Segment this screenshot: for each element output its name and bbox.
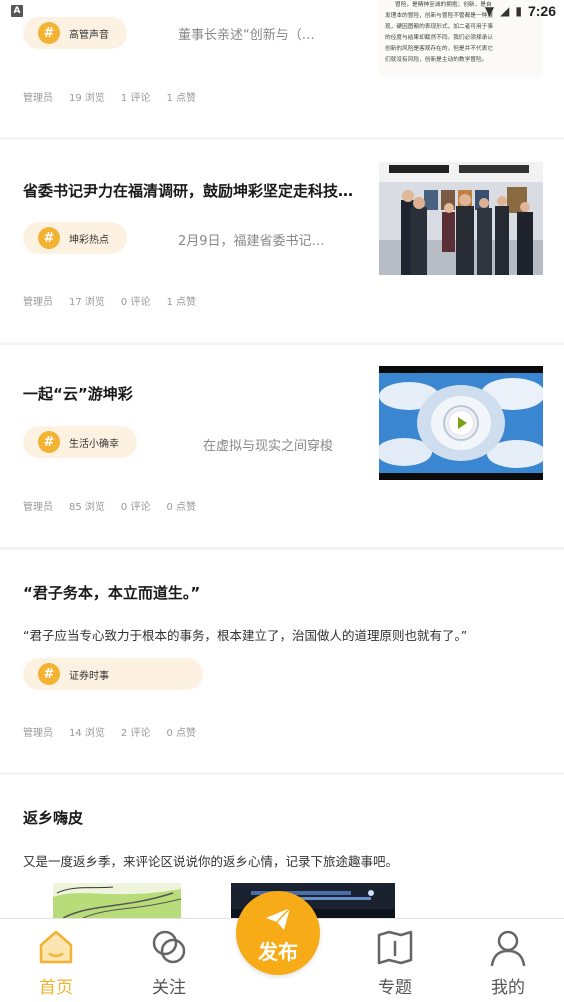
post-summary: 在虚拟与现实之间穿梭 <box>203 439 334 454</box>
thumb-text-line: 创新的风险是客观存在的，但是并不代表它 <box>385 46 494 52</box>
author: 管理员 <box>23 502 53 513</box>
post-card[interactable]: 省委书记尹力在福清调研，鼓励坤彩坚定走科技… # 坤彩热点 2月9日，福建省委书… <box>0 140 564 342</box>
author: 管理员 <box>23 297 53 308</box>
topic-book-icon <box>377 930 413 965</box>
post-card[interactable]: “君子务本，本立而道生。” “君子应当专心致力于根本的事务，根本建立了，治国做人… <box>0 550 564 772</box>
post-meta: 管理员 17 浏览 0 评论 1 点赞 <box>23 293 196 308</box>
topic-tag[interactable]: # 证券时事 <box>23 658 203 690</box>
post-card[interactable]: 一起“云”游坤彩 # 生活小确幸 在虚拟与现实之间穿梭 管理员 85 浏览 0 … <box>0 345 564 547</box>
comment-count: 2 评论 <box>120 728 151 739</box>
author: 管理员 <box>23 93 53 104</box>
officials-visit-photo <box>379 162 543 275</box>
tag-label: 生活小确幸 <box>69 438 119 450</box>
nav-follow[interactable]: 关注 <box>129 927 209 998</box>
hashtag-icon: # <box>38 431 60 453</box>
comment-count: 1 评论 <box>120 93 151 104</box>
topic-tag[interactable]: # 生活小确幸 <box>23 426 137 458</box>
thumb-text-line: 们就没有风险，创新是主动的教学冒险。 <box>385 57 488 63</box>
nav-label: 首页 <box>39 978 73 998</box>
post-meta: 管理员 14 浏览 2 评论 0 点赞 <box>23 724 196 739</box>
post-title[interactable]: 返乡嗨皮 <box>23 807 523 828</box>
view-count: 85 浏览 <box>69 502 105 513</box>
status-right: ▼ ◢ ▮ 7:26 <box>485 3 556 19</box>
view-count: 14 浏览 <box>69 728 105 739</box>
tag-label: 坤彩热点 <box>69 234 109 246</box>
status-bar: A ▼ ◢ ▮ 7:26 <box>0 0 564 24</box>
tag-label: 证券时事 <box>69 670 109 682</box>
wifi-icon: ▼ <box>484 4 495 18</box>
battery-icon: ▮ <box>515 4 522 18</box>
topic-tag[interactable]: # 坤彩热点 <box>23 222 127 254</box>
tag-label: 高管声音 <box>69 29 109 41</box>
post-meta: 管理员 19 浏览 1 评论 1 点赞 <box>23 89 196 104</box>
nav-topics[interactable]: 专题 <box>355 927 435 998</box>
clock: 7:26 <box>527 3 556 19</box>
view-count: 19 浏览 <box>69 93 105 104</box>
nav-label: 关注 <box>152 978 186 998</box>
paper-plane-icon <box>266 907 291 930</box>
home-icon <box>39 930 73 964</box>
road-illustration <box>53 883 181 918</box>
hashtag-icon: # <box>38 663 60 685</box>
post-body: “君子应当专心致力于根本的事务，根本建立了，治国做人的道理原则也就有了。” <box>23 628 468 643</box>
post-title[interactable]: “君子务本，本立而道生。” <box>23 582 523 603</box>
view-count: 17 浏览 <box>69 297 105 308</box>
post-image-sketch[interactable] <box>53 883 181 918</box>
like-count: 1 点赞 <box>166 297 196 308</box>
post-summary: 2月9日，福建省委书记… <box>178 234 325 249</box>
nav-label: 我的 <box>491 978 525 998</box>
post-video-thumbnail[interactable] <box>379 366 543 480</box>
publish-button[interactable]: 发布 <box>236 891 320 975</box>
nav-profile[interactable]: 我的 <box>468 927 548 998</box>
post-meta: 管理员 85 浏览 0 评论 0 点赞 <box>23 498 196 513</box>
play-triangle-icon <box>458 417 467 429</box>
play-button-icon[interactable] <box>449 411 473 435</box>
post-title[interactable]: 一起“云”游坤彩 <box>23 383 353 404</box>
signal-icon: ◢ <box>500 4 510 18</box>
comment-count: 0 评论 <box>120 502 151 513</box>
post-summary: 董事长亲述“创新与（… <box>178 28 315 43</box>
bottom-nav: 首页 关注 发布 专题 我的 <box>0 891 564 1002</box>
like-count: 0 点赞 <box>166 728 196 739</box>
profile-icon <box>490 930 526 967</box>
hashtag-icon: # <box>38 227 60 249</box>
like-count: 0 点赞 <box>166 502 196 513</box>
post-thumbnail-photo[interactable] <box>379 162 543 275</box>
nav-label: 专题 <box>378 978 412 998</box>
post-title[interactable]: 省委书记尹力在福清调研，鼓励坤彩坚定走科技… <box>23 180 353 201</box>
publish-label: 发布 <box>258 940 298 964</box>
app-notification-icon: A <box>11 5 23 17</box>
author: 管理员 <box>23 728 53 739</box>
hashtag-icon: # <box>38 22 60 44</box>
comment-count: 0 评论 <box>120 297 151 308</box>
like-count: 1 点赞 <box>166 93 196 104</box>
thumb-text-line: 的径度与结果却截然不同。我们必须择承认 <box>385 35 494 41</box>
nav-home[interactable]: 首页 <box>16 927 96 998</box>
follow-icon <box>152 930 186 964</box>
post-body: 又是一度返乡季，来评论区说说你的返乡心情，记录下旅途趣事吧。 <box>23 854 399 869</box>
